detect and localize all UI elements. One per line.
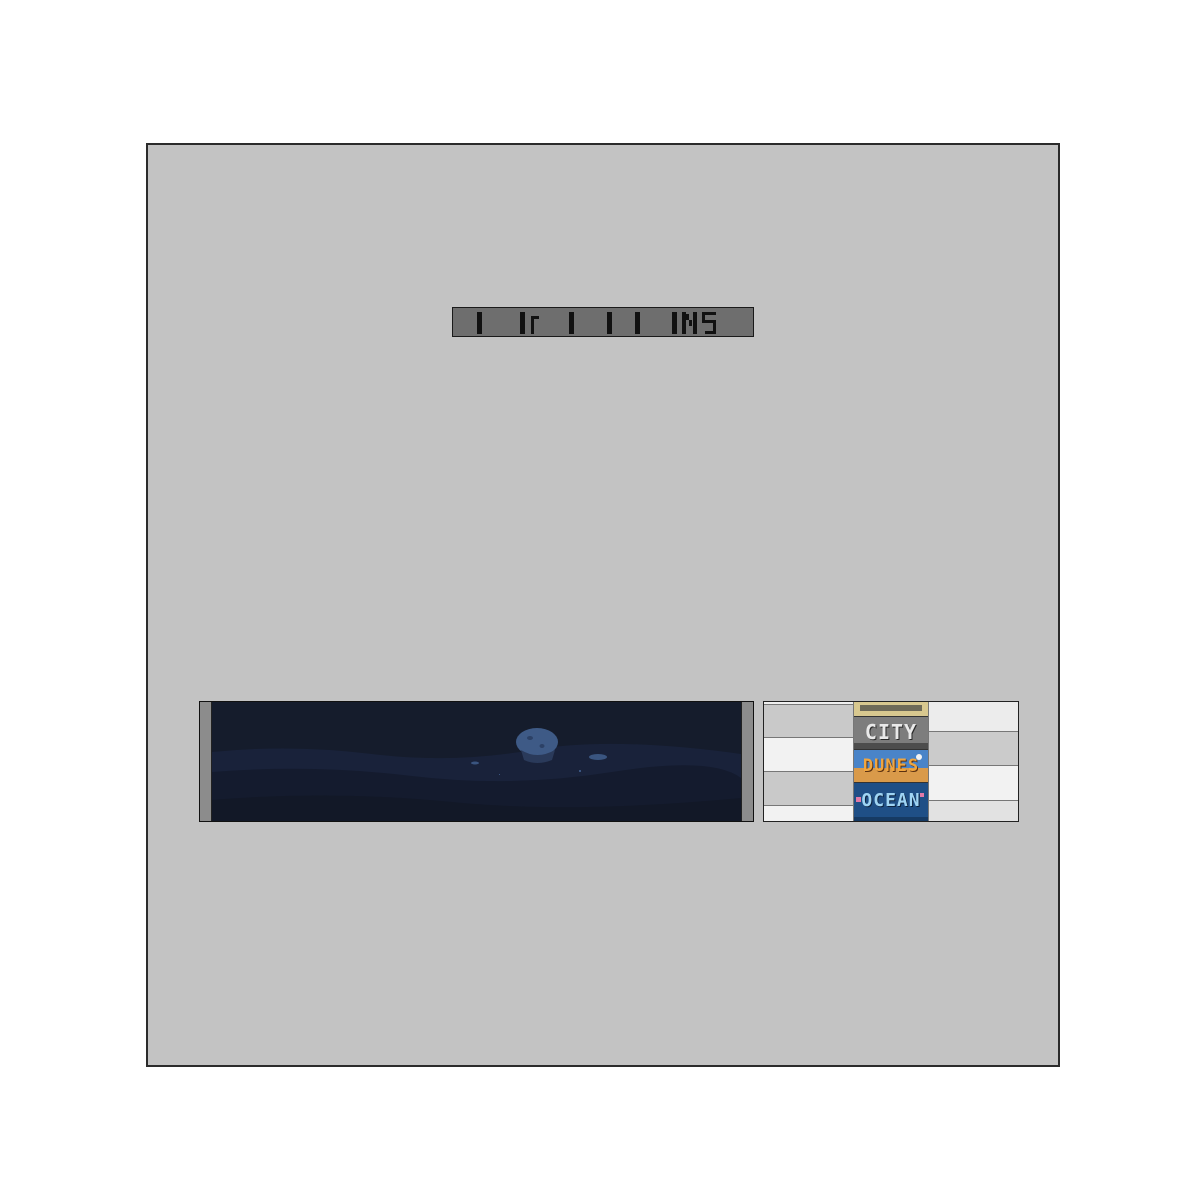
level-label: CITY: [864, 720, 918, 744]
level-list-left-column: [764, 702, 854, 821]
preview-left-rail: [200, 702, 212, 821]
level-thumb-city[interactable]: CITY: [854, 716, 928, 749]
level-label: DUNES: [862, 756, 920, 776]
list-cell: [929, 766, 1018, 801]
level-thumbnails: CITY DUNES OCEAN: [854, 702, 928, 821]
level-preview-window[interactable]: [199, 701, 754, 822]
level-label: OCEAN: [861, 790, 921, 811]
level-select-panel: CITY DUNES OCEAN: [146, 143, 1060, 1067]
list-cell: [764, 705, 853, 738]
list-cell: [764, 738, 853, 772]
preview-right-rail: [741, 702, 753, 821]
list-cell: [764, 772, 853, 806]
title-glyphs: [477, 312, 716, 334]
list-cell: [929, 732, 1018, 766]
level-thumb-ocean[interactable]: OCEAN: [854, 782, 928, 821]
list-cell: [764, 806, 853, 821]
level-thumb-partial[interactable]: [854, 702, 928, 716]
list-cell: [929, 702, 1018, 732]
title-banner: [452, 307, 754, 337]
level-list: CITY DUNES OCEAN: [763, 701, 1019, 822]
level-thumb-dunes[interactable]: DUNES: [854, 749, 928, 782]
list-cell: [929, 801, 1018, 821]
level-list-right-column: [928, 702, 1018, 821]
ocean-scene: [212, 702, 741, 821]
